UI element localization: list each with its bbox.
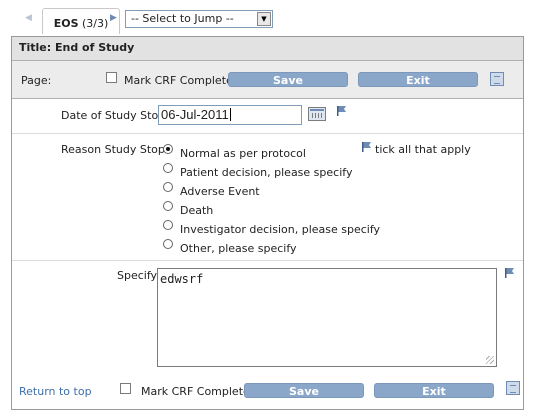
- reason-option-label: Adverse Event: [180, 185, 260, 198]
- tab-eos[interactable]: EOS (3/3): [42, 8, 120, 34]
- reason-radio-other[interactable]: [163, 239, 173, 249]
- reason-radio-normal[interactable]: [163, 144, 173, 154]
- specify-value: edwsrf: [160, 272, 204, 286]
- mark-crf-complete-checkbox[interactable]: [106, 72, 117, 83]
- document-icon[interactable]: [506, 381, 520, 395]
- document-icon[interactable]: [490, 72, 504, 86]
- tab-count: (3/3): [82, 17, 109, 30]
- reason-option-label: Investigator decision, please specify: [180, 223, 381, 236]
- tick-all-hint: tick all that apply: [375, 143, 471, 156]
- date-of-study-stop-input[interactable]: 06-Jul-2011: [158, 105, 302, 125]
- mark-crf-complete-label: Mark CRF Complete: [124, 74, 233, 87]
- reason-option-label: Other, please specify: [180, 242, 297, 255]
- reason-option-label: Death: [180, 204, 214, 217]
- reason-option-label: Normal as per protocol: [180, 147, 306, 160]
- date-of-study-stop-label: Date of Study Stop: [61, 109, 166, 122]
- mark-crf-complete-checkbox-bottom[interactable]: [120, 383, 131, 394]
- flag-icon[interactable]: [504, 267, 516, 279]
- form-title: Title: End of Study: [12, 37, 523, 61]
- jump-select[interactable]: -- Select to Jump -- ▼: [125, 10, 273, 28]
- prev-tab-arrow-icon[interactable]: ◀: [25, 13, 32, 23]
- reason-radio-investigator[interactable]: [163, 220, 173, 230]
- return-to-top-link[interactable]: Return to top: [19, 385, 92, 398]
- exit-button-bottom[interactable]: Exit: [374, 383, 494, 398]
- specify-textarea[interactable]: edwsrf: [157, 268, 497, 367]
- reason-radio-death[interactable]: [163, 201, 173, 211]
- reason-radio-adverse[interactable]: [163, 182, 173, 192]
- row-divider: [12, 260, 523, 261]
- flag-icon[interactable]: [361, 141, 373, 153]
- save-button-bottom[interactable]: Save: [244, 383, 364, 398]
- flag-icon[interactable]: [336, 105, 348, 117]
- reason-option-label: Patient decision, please specify: [180, 166, 353, 179]
- date-value: 06-Jul-2011: [161, 107, 229, 122]
- chevron-down-icon[interactable]: ▼: [257, 12, 271, 26]
- specify-label: Specify: [117, 269, 158, 282]
- page-label: Page:: [21, 74, 52, 87]
- exit-button[interactable]: Exit: [358, 72, 478, 87]
- reason-study-stop-label: Reason Study Stop: [61, 143, 165, 156]
- tab-code: EOS: [53, 17, 79, 30]
- reason-radio-patient[interactable]: [163, 163, 173, 173]
- save-button[interactable]: Save: [228, 72, 348, 87]
- mark-crf-complete-label-bottom: Mark CRF Complete: [141, 385, 250, 398]
- resize-grip-icon[interactable]: [486, 356, 494, 364]
- row-divider: [12, 133, 523, 134]
- next-tab-arrow-icon[interactable]: ▶: [110, 13, 117, 23]
- calendar-icon[interactable]: [308, 107, 326, 121]
- jump-select-value: -- Select to Jump --: [131, 12, 234, 25]
- crf-form-panel: Title: End of Study Page: Mark CRF Compl…: [11, 36, 524, 410]
- page-toolbar: Page: Mark CRF Complete Save Exit: [12, 61, 523, 99]
